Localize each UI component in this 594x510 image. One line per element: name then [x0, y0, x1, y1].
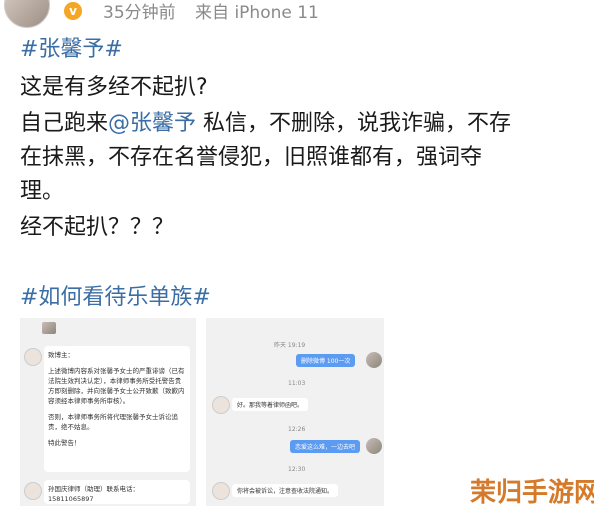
post-time: 35分钟前	[103, 3, 176, 23]
contact-phone: 15811065897	[48, 495, 94, 503]
post-source: 来自 iPhone 11	[195, 3, 319, 23]
post-line: 在抹黑，不存在名誉侵犯，旧照谁都有，强词夺	[20, 145, 483, 170]
post-line: 经不起扒？？？	[20, 215, 175, 240]
hashtag-link[interactable]: #张馨予#	[20, 34, 123, 66]
timestamp: 昨天 19:19	[274, 342, 306, 349]
post-line: 自己跑来@张馨予 私信，不删除，说我诈骗，不存	[20, 108, 511, 140]
avatar[interactable]	[4, 0, 50, 28]
mention-link[interactable]: @张馨予	[108, 111, 196, 136]
avatar	[212, 482, 230, 500]
attached-image-chat[interactable]: 昨天 19:19 删除微博 100一次 11:03 好。那我等着律师函吧。 12…	[206, 318, 384, 506]
avatar	[24, 348, 42, 366]
post-line: 这是有多经不起扒?	[20, 75, 208, 100]
timestamp: 12:30	[288, 466, 306, 473]
avatar	[366, 352, 382, 368]
chat-bubble-received: 好。那我等着律师函吧。	[232, 398, 309, 411]
post-line: 理。	[20, 179, 65, 204]
letter-body: 上述微博内容系对张馨予女士的严重诽谤（已有法院生效判决认定），本律师事务所受托警…	[48, 367, 185, 405]
verified-badge-icon: v	[62, 0, 84, 22]
avatar	[24, 482, 42, 500]
avatar	[42, 322, 56, 334]
timestamp: 12:26	[288, 426, 306, 433]
chat-bubble-sent: 恋爱这么难，一边去吧	[290, 440, 361, 453]
attached-image-lawyer-letter[interactable]: 致博主： 上述微博内容系对张馨予女士的严重诽谤（已有法院生效判决认定），本律师事…	[20, 318, 196, 506]
contact-message: 孙国庆律师（助理）联系电话： 15811065897	[44, 480, 190, 504]
post-header: v 35分钟前 来自 iPhone 11	[0, 0, 594, 28]
letter-special: 特此警告！	[48, 439, 81, 447]
avatar	[366, 438, 382, 454]
chat-bubble-sent: 删除微博 100一次	[296, 354, 356, 367]
post-text: 私信，不删除，说我诈骗，不存	[196, 111, 512, 136]
contact-label: 孙国庆律师（助理）联系电话：	[48, 485, 139, 493]
letter-warning: 否则，本律师事务所将代理张馨予女士诉讼追责，绝不姑息。	[48, 413, 178, 431]
avatar	[212, 396, 230, 414]
post-meta: 35分钟前 来自 iPhone 11	[103, 0, 319, 23]
site-watermark: 茉归手游网	[470, 478, 594, 508]
post-text: 自己跑来	[20, 111, 109, 136]
timestamp: 11:03	[288, 380, 306, 387]
hashtag-link[interactable]: #如何看待乐单族#	[20, 282, 211, 314]
letter-greeting: 致博主：	[48, 351, 74, 359]
letter-message: 致博主： 上述微博内容系对张馨予女士的严重诽谤（已有法院生效判决认定），本律师事…	[44, 346, 190, 472]
chat-bubble-received: 你将会被诉讼，注意查收法院通知。	[232, 484, 339, 497]
